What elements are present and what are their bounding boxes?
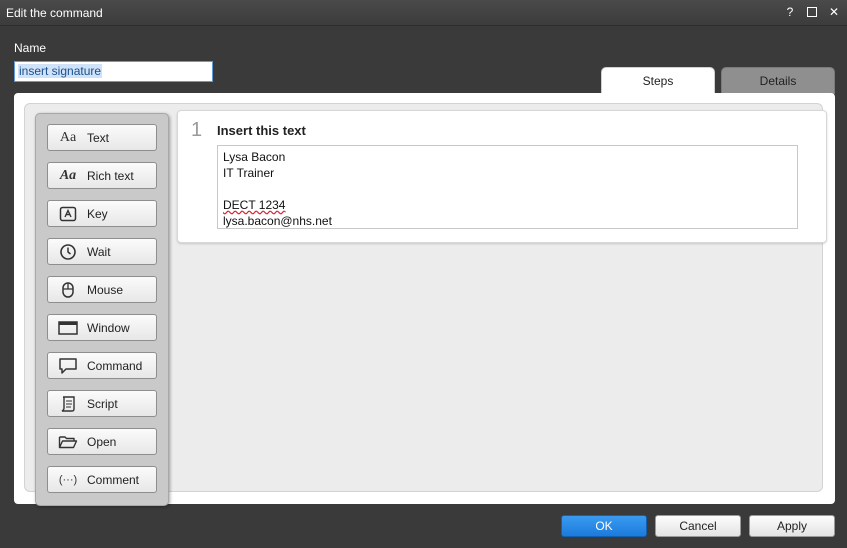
add-rich-text-label: Rich text xyxy=(87,168,134,183)
step-toolbox: Aa Text Aa Rich text Key Wait Mouse Wind… xyxy=(35,113,169,506)
title-bar: Edit the command ? ✕ xyxy=(0,0,847,26)
step-text-field[interactable]: Lysa Bacon IT Trainer DECT 1234 lysa.bac… xyxy=(217,145,798,229)
key-icon xyxy=(54,201,82,226)
step-card[interactable]: 1 Insert this text Lysa Bacon IT Trainer… xyxy=(177,110,827,243)
tab-details[interactable]: Details xyxy=(721,67,835,94)
close-icon[interactable]: ✕ xyxy=(827,4,841,20)
add-command-button[interactable]: Command xyxy=(47,352,157,379)
comment-icon: (···) xyxy=(58,473,78,486)
apply-button[interactable]: Apply xyxy=(749,515,835,537)
text-line: lysa.bacon@nhs.net xyxy=(223,214,332,228)
name-input-value: insert signature xyxy=(18,64,103,78)
add-window-label: Window xyxy=(87,320,130,335)
add-rich-text-button[interactable]: Aa Rich text xyxy=(47,162,157,189)
window-controls: ? ✕ xyxy=(783,4,841,20)
main-panel: Aa Text Aa Rich text Key Wait Mouse Wind… xyxy=(14,93,835,506)
add-text-button[interactable]: Aa Text xyxy=(47,124,157,151)
text-line xyxy=(223,181,792,197)
text-line: DECT 1234 xyxy=(223,197,792,213)
rich-text-icon: Aa xyxy=(59,167,77,183)
add-key-label: Key xyxy=(87,206,108,221)
maximize-icon[interactable] xyxy=(805,4,819,20)
add-script-button[interactable]: Script xyxy=(47,390,157,417)
add-wait-button[interactable]: Wait xyxy=(47,238,157,265)
add-script-label: Script xyxy=(87,396,118,411)
speech-bubble-icon xyxy=(54,353,82,378)
text-line: IT Trainer xyxy=(223,166,275,180)
ok-button[interactable]: OK xyxy=(561,515,647,537)
mouse-icon xyxy=(54,277,82,302)
name-label: Name xyxy=(14,41,47,55)
window-title: Edit the command xyxy=(6,6,103,20)
name-input[interactable]: insert signature xyxy=(14,61,213,82)
text-icon: Aa xyxy=(59,129,77,145)
add-wait-label: Wait xyxy=(87,244,111,259)
tab-steps[interactable]: Steps xyxy=(601,67,715,94)
clock-icon xyxy=(54,239,82,264)
add-mouse-button[interactable]: Mouse xyxy=(47,276,157,303)
help-icon[interactable]: ? xyxy=(783,4,797,20)
scroll-icon xyxy=(54,391,82,416)
add-open-label: Open xyxy=(87,434,117,449)
add-command-label: Command xyxy=(87,358,143,373)
add-key-button[interactable]: Key xyxy=(47,200,157,227)
add-text-label: Text xyxy=(87,130,110,145)
add-comment-button[interactable]: (···) Comment xyxy=(47,466,157,493)
text-line: Lysa Bacon xyxy=(223,150,286,164)
steps-area: Aa Text Aa Rich text Key Wait Mouse Wind… xyxy=(24,103,827,506)
add-window-button[interactable]: Window xyxy=(47,314,157,341)
cancel-button[interactable]: Cancel xyxy=(655,515,741,537)
text-line-content: DECT 1234 xyxy=(223,198,286,212)
window-icon xyxy=(54,315,82,340)
folder-open-icon xyxy=(54,429,82,454)
step-number: 1 xyxy=(191,119,203,141)
add-open-button[interactable]: Open xyxy=(47,428,157,455)
add-comment-label: Comment xyxy=(87,472,140,487)
add-mouse-label: Mouse xyxy=(87,282,124,297)
step-title: Insert this text xyxy=(217,123,306,138)
